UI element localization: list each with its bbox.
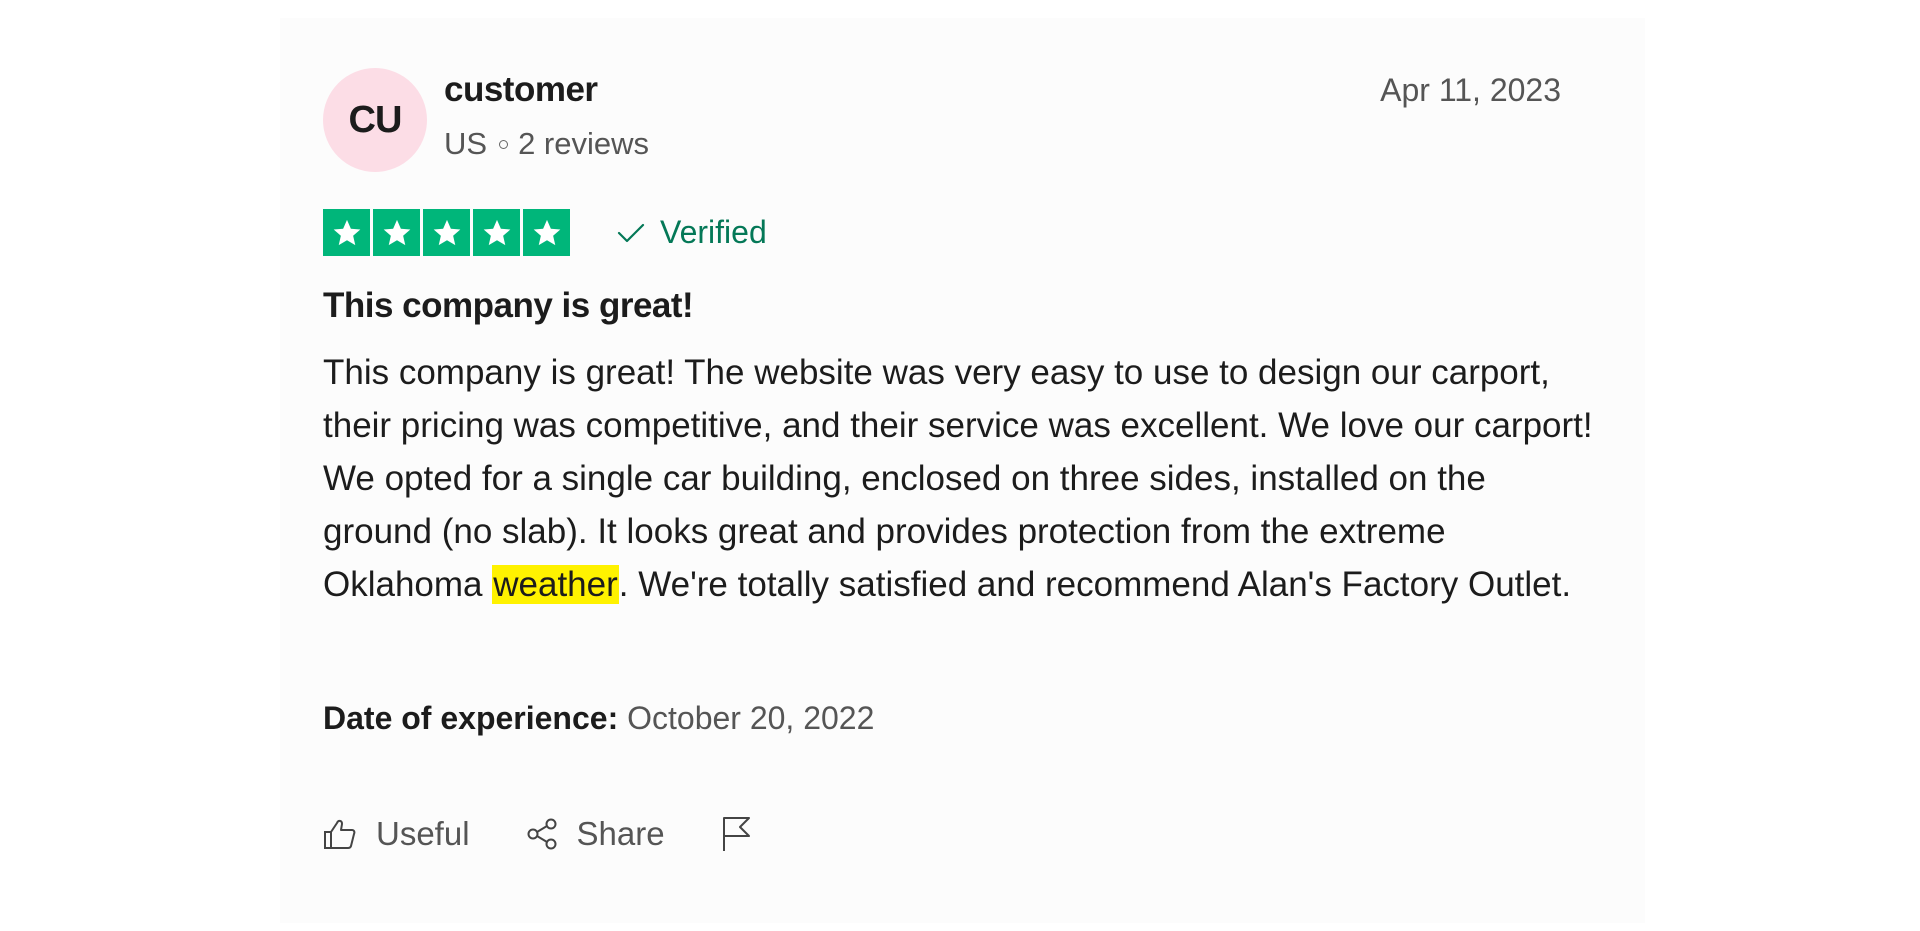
useful-button[interactable]: Useful [322,815,470,853]
separator-dot [499,139,509,149]
star-icon [473,209,520,256]
star-icon [323,209,370,256]
checkmark-icon [617,223,645,242]
share-icon [527,818,557,850]
star-rating [323,209,570,256]
star-icon [523,209,570,256]
reviewer-name[interactable]: customer [444,70,598,110]
date-of-experience: Date of experience: October 20, 2022 [323,700,874,737]
review-title[interactable]: This company is great! [323,286,694,326]
star-icon [373,209,420,256]
flag-icon [722,817,750,851]
avatar[interactable]: CU [323,68,427,172]
review-date: Apr 11, 2023 [1380,72,1561,108]
share-button[interactable]: Share [525,815,665,853]
reviewer-country: US [444,126,488,161]
highlighted-word: weather [492,565,619,604]
review-body-text-end: . We're totally satisfied and recommend … [618,565,1572,604]
thumbs-up-icon [324,819,356,849]
reviewer-review-count: 2 reviews [518,126,650,161]
experience-date: October 20, 2022 [627,700,875,736]
star-icon [423,209,470,256]
verified-label: Verified [660,214,767,250]
verified-badge[interactable]: Verified [616,214,767,251]
share-label: Share [576,815,665,852]
useful-label: Useful [376,815,470,852]
reviewer-meta: US 2 reviews [444,126,649,162]
experience-label: Date of experience: [323,700,619,736]
avatar-initials: CU [348,98,403,141]
review-body: This company is great! The website was v… [323,346,1593,611]
report-button[interactable] [720,815,770,853]
review-actions: Useful Share [322,815,825,853]
